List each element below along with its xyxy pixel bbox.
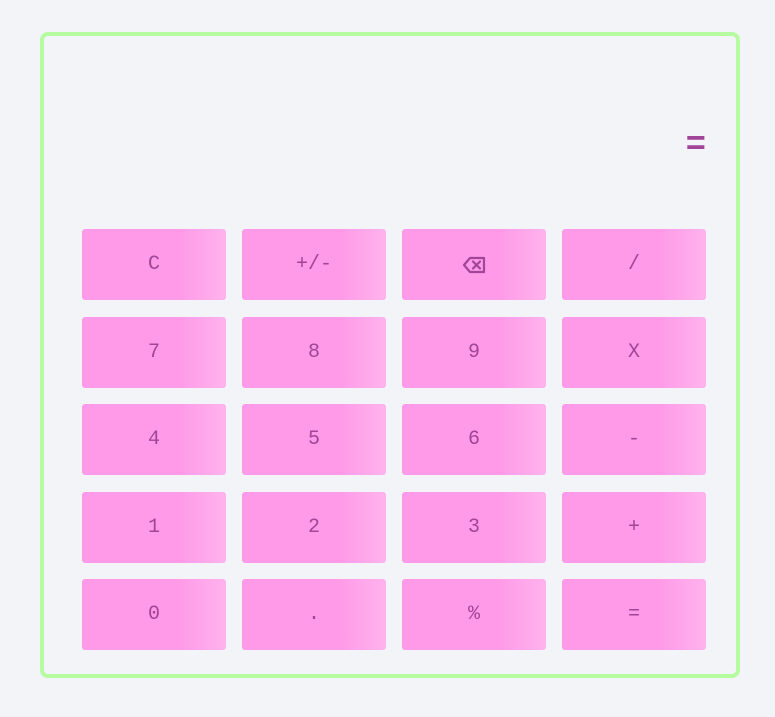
digit-3-button[interactable]: 3 (402, 491, 546, 563)
calculator-display: = (82, 106, 706, 186)
backspace-button[interactable] (402, 229, 546, 300)
decimal-button[interactable]: . (242, 579, 386, 650)
add-button[interactable]: + (562, 491, 706, 563)
percent-button[interactable]: % (402, 579, 546, 650)
keypad: C +/- / 7 8 9 X 4 5 6 - 1 2 3 + 0 . % = (82, 229, 706, 650)
clear-button[interactable]: C (82, 229, 226, 300)
calculator: = C +/- / 7 8 9 X 4 5 6 - 1 2 3 + 0 . % (40, 32, 740, 678)
equals-button[interactable]: = (562, 579, 706, 650)
digit-9-button[interactable]: 9 (402, 316, 546, 388)
digit-1-button[interactable]: 1 (82, 491, 226, 563)
digit-4-button[interactable]: 4 (82, 404, 226, 475)
digit-6-button[interactable]: 6 (402, 404, 546, 475)
toggle-sign-button[interactable]: +/- (242, 229, 386, 300)
subtract-button[interactable]: - (562, 404, 706, 475)
digit-7-button[interactable]: 7 (82, 316, 226, 388)
divide-button[interactable]: / (562, 229, 706, 300)
digit-2-button[interactable]: 2 (242, 491, 386, 563)
multiply-button[interactable]: X (562, 316, 706, 388)
digit-0-button[interactable]: 0 (82, 579, 226, 650)
display-value: = (685, 127, 706, 165)
digit-5-button[interactable]: 5 (242, 404, 386, 475)
backspace-icon (462, 256, 486, 274)
digit-8-button[interactable]: 8 (242, 316, 386, 388)
